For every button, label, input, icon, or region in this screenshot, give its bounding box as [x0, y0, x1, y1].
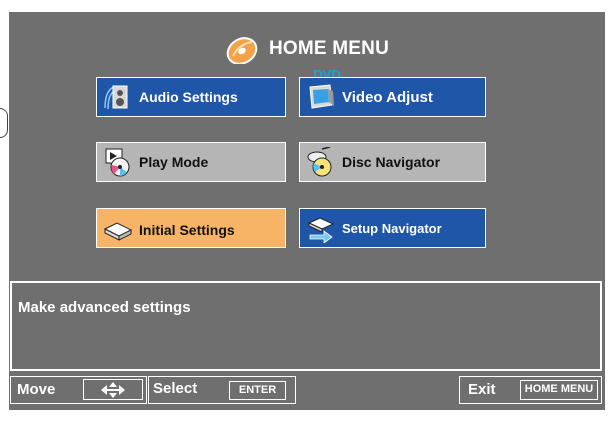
- audio-settings-button[interactable]: Audio Settings: [96, 77, 286, 117]
- audio-settings-label: Audio Settings: [139, 89, 238, 105]
- initial-settings-label: Initial Settings: [139, 222, 235, 238]
- disc-navigator-icon: [307, 147, 332, 177]
- footer-move: Move: [10, 376, 147, 404]
- home-menu-screen: HOME MENU DVD Audio Settings Video Adjus…: [9, 12, 605, 410]
- move-label: Move: [17, 381, 56, 398]
- menu-header: HOME MENU DVD: [9, 34, 605, 82]
- initial-settings-button[interactable]: Initial Settings: [96, 208, 286, 248]
- home-menu-key[interactable]: HOME MENU: [520, 380, 598, 400]
- play-mode-icon: [105, 148, 130, 177]
- footer-select: Select ENTER: [148, 376, 296, 404]
- help-text: Make advanced settings: [18, 299, 191, 316]
- disc-icon: [226, 37, 258, 64]
- help-panel: Make advanced settings: [10, 281, 602, 371]
- select-label: Select: [153, 380, 198, 397]
- video-adjust-button[interactable]: Video Adjust: [299, 77, 486, 117]
- exit-label: Exit: [468, 381, 496, 398]
- move-key[interactable]: [83, 379, 143, 400]
- setup-navigator-label: Setup Navigator: [342, 220, 442, 236]
- play-mode-label: Play Mode: [139, 154, 209, 170]
- direction-arrows-icon: [101, 382, 125, 398]
- menu-title: HOME MENU: [268, 38, 390, 59]
- setup-navigator-icon: [307, 217, 335, 243]
- monitor-icon: [309, 84, 334, 109]
- footer-exit: Exit HOME MENU: [459, 376, 602, 404]
- disc-navigator-button[interactable]: Disc Navigator: [299, 142, 486, 182]
- video-adjust-label: Video Adjust: [342, 88, 433, 106]
- enter-key[interactable]: ENTER: [229, 381, 286, 400]
- speaker-icon: [104, 85, 128, 110]
- initial-settings-icon: [103, 222, 133, 241]
- disc-navigator-label: Disc Navigator: [342, 154, 441, 170]
- setup-navigator-button[interactable]: Setup Navigator: [299, 208, 486, 248]
- edge-fragment: [0, 108, 8, 138]
- play-mode-button[interactable]: Play Mode: [96, 142, 286, 182]
